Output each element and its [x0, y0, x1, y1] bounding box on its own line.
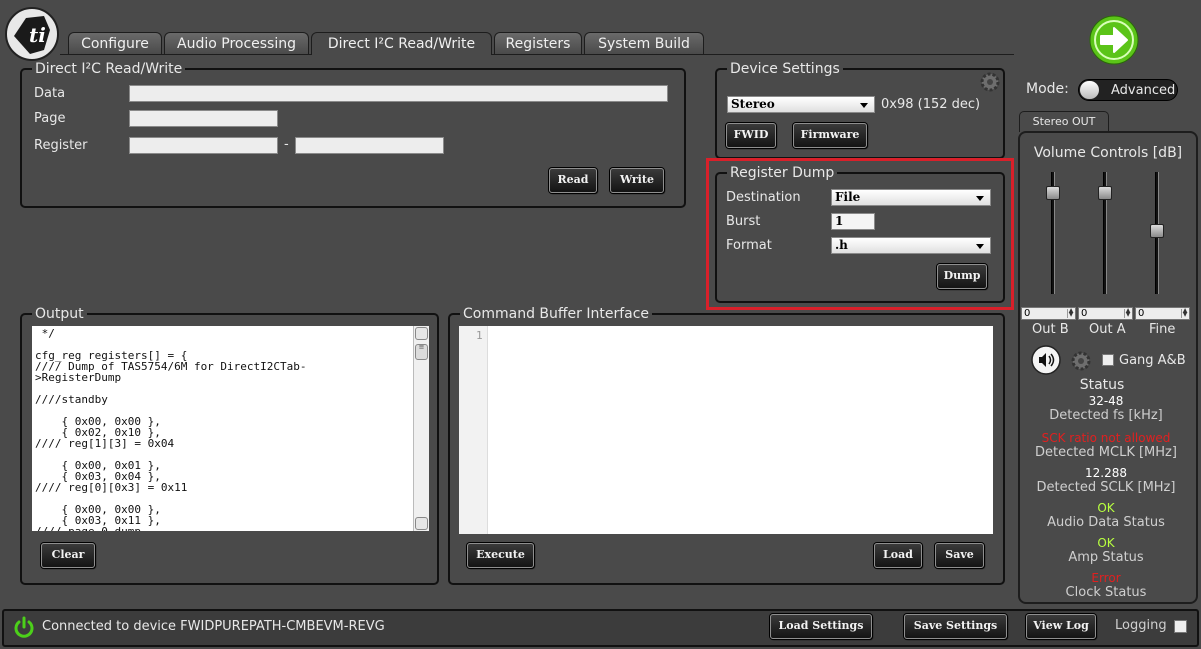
- slider-label-out-a: Out A: [1089, 322, 1126, 337]
- clear-button[interactable]: Clear: [41, 543, 95, 568]
- register-end-field[interactable]: [295, 137, 444, 154]
- status-sclk-label: Detected SCLK [MHz]: [1036, 480, 1176, 495]
- gang-checkbox[interactable]: [1102, 354, 1114, 366]
- mode-label: Mode:: [1026, 81, 1069, 97]
- logging-label: Logging: [1115, 618, 1167, 633]
- panel-title: Register Dump: [727, 165, 838, 181]
- page-label: Page: [34, 111, 66, 126]
- status-clock-value: Error: [1091, 571, 1121, 585]
- register-start-field[interactable]: [129, 137, 278, 154]
- spin-fine[interactable]: 0 ▲ ▼: [1135, 307, 1190, 320]
- spin-arrows-icon[interactable]: ▲ ▼: [1181, 308, 1188, 318]
- mode-toggle[interactable]: Advanced: [1078, 79, 1178, 101]
- ti-logo: ti: [4, 6, 60, 62]
- dump-button[interactable]: Dump: [937, 264, 987, 289]
- power-icon: [13, 616, 35, 638]
- fwid-button[interactable]: FWID: [726, 123, 776, 148]
- format-value: .h: [835, 238, 848, 252]
- command-editor[interactable]: 1: [459, 326, 993, 534]
- save-button[interactable]: Save: [935, 543, 984, 568]
- output-text: */ cfg_reg registers[] = { //// Dump of …: [35, 327, 307, 531]
- load-settings-button[interactable]: Load Settings: [770, 614, 872, 639]
- panel-title: Direct I²C Read/Write: [32, 61, 186, 77]
- chevron-down-icon: [976, 196, 984, 201]
- chevron-down-icon: [976, 244, 984, 249]
- status-mclk-value: SCK ratio not allowed: [1041, 431, 1171, 445]
- slider-label-fine: Fine: [1149, 322, 1176, 337]
- format-label: Format: [726, 238, 772, 253]
- tab-stereo-out[interactable]: Stereo OUT: [1019, 111, 1109, 132]
- tab-audio-processing[interactable]: Audio Processing: [164, 32, 309, 54]
- output-textarea[interactable]: */ cfg_reg registers[] = { //// Dump of …: [32, 326, 429, 531]
- panel-title: Command Buffer Interface: [460, 306, 653, 322]
- device-address: 0x98 (152 dec): [881, 97, 981, 112]
- status-mclk-label: Detected MCLK [MHz]: [1035, 445, 1177, 460]
- status-fs-value: 32-48: [1088, 394, 1124, 408]
- destination-value: File: [835, 190, 861, 204]
- burst-label: Burst: [726, 214, 761, 229]
- status-audio-value: OK: [1097, 501, 1115, 515]
- status-sclk-value: 12.288: [1085, 466, 1127, 480]
- line-gutter: [459, 326, 488, 534]
- status-fs-label: Detected fs [kHz]: [1049, 408, 1163, 423]
- data-label: Data: [34, 86, 66, 101]
- register-separator: -: [284, 137, 289, 152]
- slider-thumb-fine[interactable]: [1150, 224, 1164, 238]
- tab-registers[interactable]: Registers: [494, 32, 582, 54]
- status-amp-value: OK: [1097, 536, 1115, 550]
- status-amp-label: Amp Status: [1068, 550, 1144, 565]
- logging-checkbox[interactable]: [1174, 620, 1187, 633]
- scroll-up-icon[interactable]: [415, 327, 428, 340]
- scroll-down-icon[interactable]: [415, 517, 428, 530]
- gear-icon[interactable]: [980, 72, 1000, 92]
- mode-toggle-label: Advanced: [1111, 83, 1176, 98]
- tab-configure[interactable]: Configure: [68, 32, 162, 54]
- format-select[interactable]: .h: [831, 237, 991, 254]
- gang-label: Gang A&B: [1119, 353, 1186, 368]
- tab-direct-i2c[interactable]: Direct I²C Read/Write: [311, 32, 492, 55]
- panel-title: Device Settings: [727, 61, 843, 77]
- svg-text:ti: ti: [29, 23, 46, 47]
- spin-value: 0: [1024, 308, 1031, 319]
- output-scrollbar[interactable]: ≡: [413, 326, 429, 531]
- toggle-knob: [1080, 81, 1099, 99]
- firmware-button[interactable]: Firmware: [793, 123, 867, 148]
- execute-button[interactable]: Execute: [467, 543, 534, 568]
- spin-arrows-icon[interactable]: ▲ ▼: [1124, 308, 1131, 318]
- scroll-thumb[interactable]: ≡: [415, 344, 428, 360]
- tab-system-build[interactable]: System Build: [584, 32, 704, 54]
- save-settings-button[interactable]: Save Settings: [904, 614, 1007, 639]
- burst-field[interactable]: 1: [831, 213, 875, 230]
- spin-value: 0: [1081, 308, 1088, 319]
- status-audio-label: Audio Data Status: [1047, 515, 1165, 530]
- green-arrow-icon[interactable]: [1089, 15, 1139, 65]
- destination-select[interactable]: File: [831, 189, 991, 206]
- speaker-icon[interactable]: [1031, 345, 1061, 375]
- data-field[interactable]: [129, 85, 668, 102]
- spin-out-b[interactable]: 0 ▲ ▼: [1021, 307, 1076, 320]
- read-button[interactable]: Read: [549, 168, 597, 193]
- page-field[interactable]: [129, 110, 278, 127]
- chevron-down-icon: [860, 103, 868, 108]
- spin-out-a[interactable]: 0 ▲ ▼: [1078, 307, 1133, 320]
- gear-icon[interactable]: [1070, 350, 1092, 372]
- view-log-button[interactable]: View Log: [1026, 614, 1096, 639]
- status-clock-label: Clock Status: [1065, 585, 1147, 600]
- device-mode-value: Stereo: [731, 97, 775, 111]
- slider-thumb-out-a[interactable]: [1098, 186, 1112, 200]
- line-number: 1: [476, 329, 483, 342]
- volume-title: Volume Controls [dB]: [1033, 145, 1183, 161]
- slider-thumb-out-b[interactable]: [1046, 186, 1060, 200]
- spin-arrows-icon[interactable]: ▲ ▼: [1067, 308, 1074, 318]
- slider-label-out-b: Out B: [1032, 322, 1069, 337]
- device-mode-select[interactable]: Stereo: [727, 96, 875, 113]
- status-title: Status: [1079, 377, 1125, 393]
- write-button[interactable]: Write: [610, 168, 664, 193]
- load-button[interactable]: Load: [874, 543, 922, 568]
- panel-title: Output: [32, 306, 87, 322]
- destination-label: Destination: [726, 190, 801, 205]
- connection-status: Connected to device FWIDPUREPATH-CMBEVM-…: [42, 619, 385, 634]
- register-label: Register: [34, 138, 88, 153]
- spin-value: 0: [1138, 308, 1145, 319]
